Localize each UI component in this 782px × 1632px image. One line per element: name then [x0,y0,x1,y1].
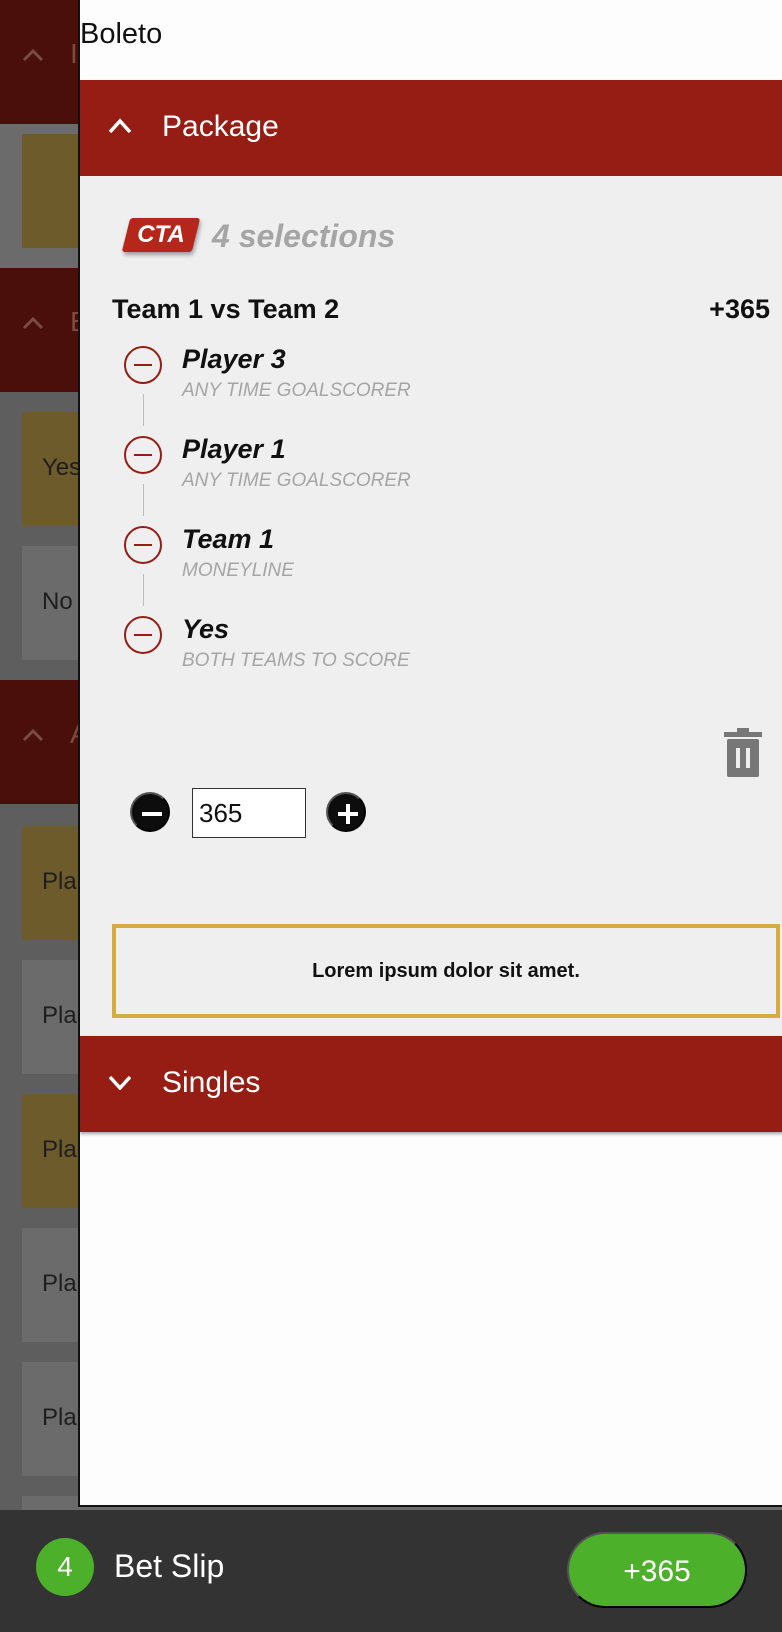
selection-market: MONEYLINE [182,560,294,581]
background-card-text: Pla [42,868,77,895]
drawer-title: Boleto [80,18,163,50]
background-card-text: No [42,588,73,615]
singles-section-label: Singles [162,1066,261,1099]
background-header-text: I [70,38,78,69]
remove-leg-icon[interactable] [124,616,162,654]
selection-name: Player 3 [182,344,286,374]
chevron-up-icon [22,728,44,742]
package-section-header[interactable]: Package [80,80,782,176]
leg-connector [143,574,144,606]
bet-count-badge: 4 [36,1538,94,1596]
background-card-text: Pla [42,1002,77,1029]
selection-leg: Yes BOTH TEAMS TO SCORE [124,614,744,676]
chevron-up-icon [108,118,132,134]
cta-badge[interactable]: CTA [121,218,201,252]
background-card-text: Yes [42,454,82,481]
stake-input[interactable] [192,788,306,838]
minus-icon[interactable] [130,792,170,832]
trash-icon[interactable] [720,728,766,778]
bet-slip-drawer: Boleto Package CTA 4 selections Team 1 v… [78,0,782,1507]
bet-slip-bar[interactable]: 4 Bet Slip +365 [0,1510,782,1632]
package-section-body: CTA 4 selections Team 1 vs Team 2 +365 P… [80,176,782,1036]
chevron-up-icon [22,316,44,330]
remove-leg-icon[interactable] [124,346,162,384]
notice-box: Lorem ipsum dolor sit amet. [112,924,780,1018]
remove-leg-icon[interactable] [124,436,162,474]
selection-leg: Team 1 MONEYLINE [124,524,744,586]
selection-market: BOTH TEAMS TO SCORE [182,650,410,671]
selection-market: ANY TIME GOALSCORER [182,470,411,491]
package-section-label: Package [162,110,279,143]
match-odds: +365 [709,294,770,324]
cta-badge-label: CTA [137,221,185,248]
background-card-text: Pla [42,1136,77,1163]
selection-count: 4 selections [212,218,396,254]
singles-section-header[interactable]: Singles [80,1036,782,1132]
place-bet-odds-button[interactable]: +365 [567,1532,747,1608]
remove-leg-icon[interactable] [124,526,162,564]
background-card-text: Pla [42,1404,77,1431]
selection-name: Team 1 [182,524,275,554]
background-card-text: Pla [42,1270,77,1297]
plus-icon[interactable] [326,792,366,832]
selection-name: Player 1 [182,434,286,464]
bet-slip-label: Bet Slip [114,1548,225,1584]
selection-market: ANY TIME GOALSCORER [182,380,411,401]
match-title: Team 1 vs Team 2 [112,294,340,324]
chevron-down-icon [108,1074,132,1090]
leg-connector [143,394,144,426]
selection-leg: Player 3 ANY TIME GOALSCORER [124,344,744,406]
selection-leg: Player 1 ANY TIME GOALSCORER [124,434,744,496]
chevron-up-icon [22,48,44,62]
leg-connector [143,484,144,516]
selection-name: Yes [182,614,230,644]
